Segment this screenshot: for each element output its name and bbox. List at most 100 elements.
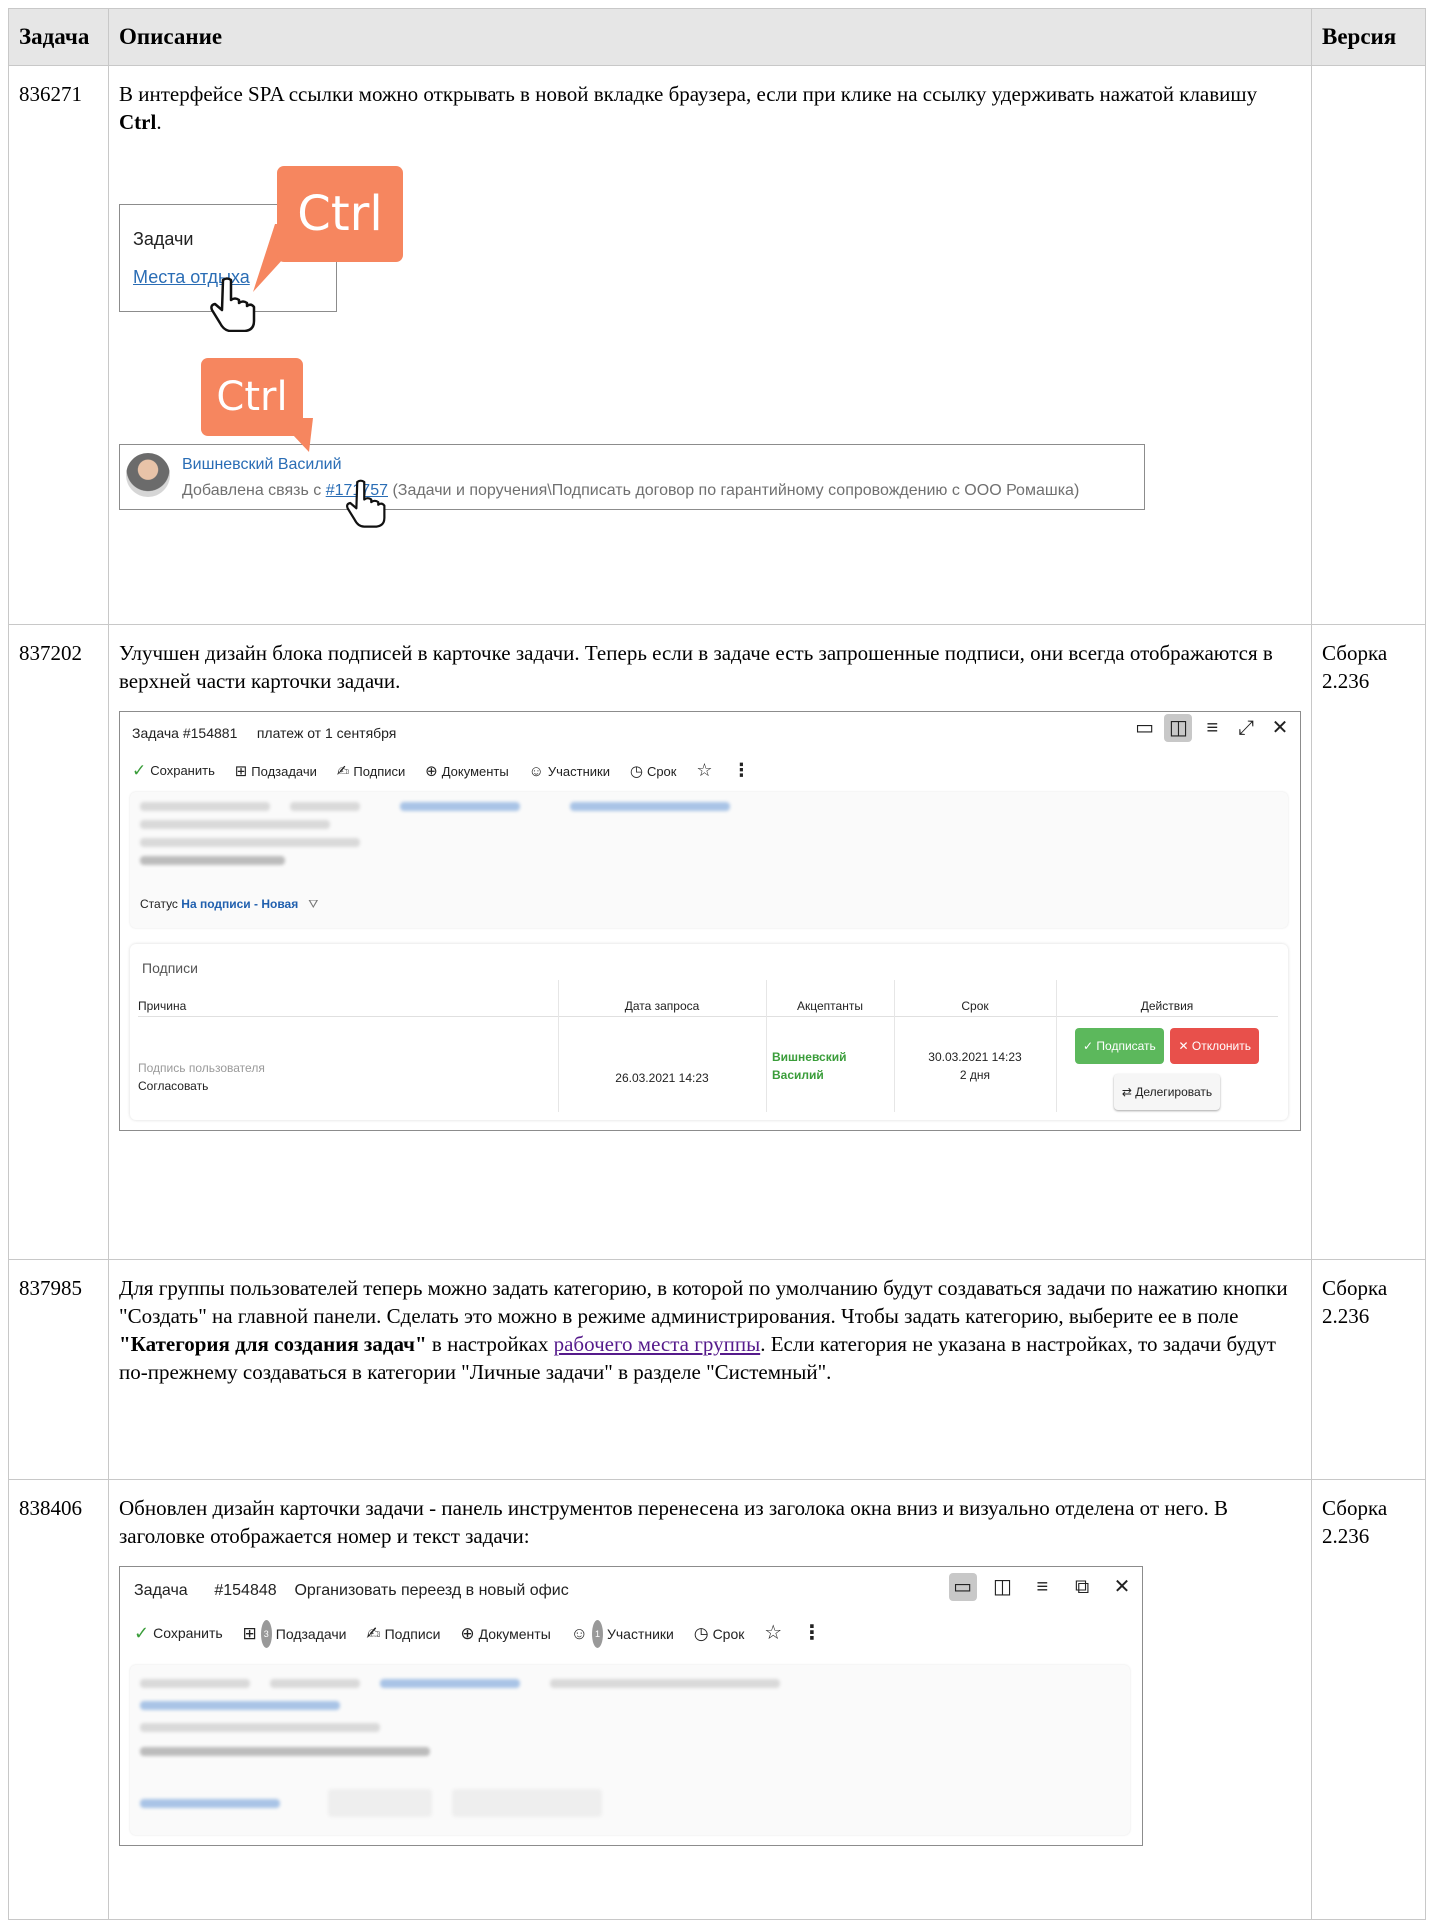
download-circle-icon: ⊕ bbox=[425, 763, 438, 780]
ctrl-figure-2: Вишневский Василий Добавлена связь с #17… bbox=[119, 358, 1149, 528]
description-text: Для группы пользователей теперь можно за… bbox=[119, 1276, 1288, 1384]
filter-icon[interactable]: ⛛ bbox=[308, 897, 318, 911]
check-circle-icon: ✓ bbox=[134, 1623, 150, 1643]
avatar bbox=[126, 453, 170, 497]
deadline-button[interactable]: ◷ Срок bbox=[694, 1620, 745, 1648]
pointer-hand-icon bbox=[346, 479, 386, 528]
signatures-button[interactable]: ✍ Подписи bbox=[366, 1620, 440, 1648]
group-workplace-link[interactable]: рабочего места группы bbox=[554, 1332, 761, 1356]
signatures-button[interactable]: ✍ Подписи bbox=[337, 758, 406, 786]
expand-icon[interactable]: ⤢ bbox=[1232, 714, 1260, 742]
subtasks-button[interactable]: ⊞ Подзадачи bbox=[235, 758, 317, 786]
subtasks-button[interactable]: ⊞ 3 Подзадачи bbox=[242, 1620, 346, 1648]
description-cell: Улучшен дизайн блока подписей в карточке… bbox=[108, 624, 1312, 1260]
tree-icon: ⊞ bbox=[234, 763, 248, 780]
activity-item: Вишневский Василий Добавлена связь с #17… bbox=[119, 444, 1145, 510]
labor-button[interactable] bbox=[452, 1789, 602, 1817]
signatures-grid: Причина Дата запроса Акцептанты Срок Дей… bbox=[138, 980, 1278, 1112]
header-row: Задача Описание Версия bbox=[8, 8, 1426, 66]
header-description: Описание bbox=[108, 8, 1312, 66]
split-panel-icon[interactable]: ◫ bbox=[1164, 714, 1193, 742]
reject-button[interactable]: ✕ Отклонить bbox=[1170, 1028, 1259, 1064]
table-row: 836271 В интерфейсе SPA ссылки можно отк… bbox=[8, 65, 1426, 625]
card-title: Задача #154848 Организовать переезд в но… bbox=[134, 1582, 569, 1599]
version-cell: Сборка 2.236 bbox=[1311, 1259, 1426, 1480]
description-cell: Обновлен дизайн карточки задачи - панель… bbox=[108, 1479, 1312, 1920]
subtasks-badge: 3 bbox=[260, 1620, 272, 1648]
close-icon[interactable]: ✕ bbox=[1266, 714, 1294, 742]
reason-value: Согласовать bbox=[138, 1079, 209, 1093]
pointer-hand-icon bbox=[210, 277, 256, 332]
signatures-block: Подписи Причина Дата запроса Акцептанты … bbox=[130, 944, 1288, 1120]
author-name[interactable]: Вишневский Василий bbox=[182, 451, 342, 479]
signature-icon: ✍ bbox=[366, 1624, 381, 1643]
check-circle-icon: ✓ bbox=[132, 761, 147, 780]
task-card-screenshot: Задача #154848 Организовать переезд в но… bbox=[119, 1566, 1143, 1846]
user-circle-icon: ☺ bbox=[528, 763, 544, 780]
more-menu-icon[interactable]: ⋮ bbox=[802, 1619, 822, 1647]
finish-button[interactable] bbox=[328, 1789, 432, 1817]
tree-icon: ⊞ bbox=[242, 1624, 257, 1643]
list-icon[interactable]: ≡ bbox=[1028, 1573, 1056, 1601]
open-external-icon[interactable]: ⧉ bbox=[1068, 1573, 1096, 1601]
download-circle-icon: ⊕ bbox=[460, 1624, 475, 1643]
table-row: 837985 Для группы пользователей теперь м… bbox=[8, 1259, 1426, 1480]
card-title: Задача #154881 платеж от 1 сентября bbox=[132, 725, 397, 741]
close-icon[interactable]: ✕ bbox=[1108, 1573, 1136, 1601]
tasks-panel-title: Задачи bbox=[133, 229, 194, 249]
favorite-star-icon[interactable]: ☆ bbox=[764, 1619, 782, 1647]
description-cell: Для группы пользователей теперь можно за… bbox=[108, 1259, 1312, 1480]
deadline-button[interactable]: ◷ Срок bbox=[630, 758, 677, 786]
favorite-star-icon[interactable]: ☆ bbox=[696, 756, 712, 784]
acceptant-name[interactable]: Вишневский Василий bbox=[772, 1048, 882, 1084]
user-circle-icon: ☺ bbox=[570, 1624, 588, 1643]
changes-table: Задача Описание Версия 836271 В интерфей… bbox=[8, 8, 1426, 1920]
documents-button[interactable]: ⊕ Документы bbox=[460, 1620, 550, 1648]
due-date: 30.03.2021 14:23 2 дня bbox=[928, 1050, 1022, 1082]
col-actions: Действия bbox=[1140, 999, 1194, 1013]
status-line: Статус На подписи - Новая ⛛ bbox=[140, 897, 319, 911]
sign-button[interactable]: ✓ Подписать bbox=[1075, 1028, 1164, 1064]
version-cell bbox=[1311, 65, 1426, 625]
list-icon[interactable]: ≡ bbox=[1198, 714, 1226, 742]
save-button[interactable]: ✓ Сохранить bbox=[132, 757, 215, 785]
version-cell: Сборка 2.236 bbox=[1311, 624, 1426, 1260]
task-id: 838406 bbox=[8, 1479, 109, 1920]
description-cell: В интерфейсе SPA ссылки можно открывать … bbox=[108, 65, 1312, 625]
ctrl-callout: Ctrl bbox=[277, 166, 403, 262]
split-panel-icon[interactable]: ◫ bbox=[988, 1573, 1016, 1601]
single-panel-icon[interactable]: ▭ bbox=[948, 1573, 977, 1601]
participants-button[interactable]: ☺ 1 Участники bbox=[571, 1620, 674, 1648]
more-menu-icon[interactable]: ⋮ bbox=[732, 756, 750, 784]
delegate-button[interactable]: ⇄ Делегировать bbox=[1113, 1074, 1221, 1110]
header-task: Задача bbox=[8, 8, 109, 66]
task-id: 836271 bbox=[8, 65, 109, 625]
activity-text: Добавлена связь с #171757 (Задачи и пору… bbox=[182, 482, 1080, 499]
col-due: Срок bbox=[961, 999, 989, 1013]
task-details-block: Статус На подписи - Новая ⛛ bbox=[130, 792, 1288, 928]
version-cell: Сборка 2.236 bbox=[1311, 1479, 1426, 1920]
participants-button[interactable]: ☺ Участники bbox=[529, 758, 610, 786]
task-id: 837202 bbox=[8, 624, 109, 1260]
card-toolbar: ✓ Сохранить ⊞ Подзадачи ✍ Подписи ⊕ Документ… bbox=[132, 756, 764, 786]
ctrl-figure-1: Задачи Места отдыха Ctrl bbox=[119, 164, 419, 332]
documents-button[interactable]: ⊕ Документы bbox=[425, 758, 509, 786]
description-text: В интерфейсе SPA ссылки можно открывать … bbox=[119, 82, 1258, 134]
single-panel-icon[interactable]: ▭ bbox=[1131, 714, 1159, 742]
col-request-date: Дата запроса bbox=[624, 999, 700, 1013]
status-value[interactable]: На подписи - Новая bbox=[181, 897, 298, 911]
description-text: Обновлен дизайн карточки задачи - панель… bbox=[119, 1496, 1228, 1548]
col-acceptants: Акцептанты bbox=[797, 999, 863, 1013]
description-text: Улучшен дизайн блока подписей в карточке… bbox=[119, 641, 1273, 693]
task-card-screenshot: Задача #154881 платеж от 1 сентября ▭ ◫ … bbox=[119, 711, 1301, 1131]
action-buttons: ✓ Подписать ✕ Отклонить ⇄ Делегировать bbox=[1056, 1028, 1278, 1110]
save-button[interactable]: ✓ Сохранить bbox=[134, 1619, 223, 1647]
task-details-block bbox=[130, 1665, 1130, 1835]
signature-icon: ✍ bbox=[336, 763, 350, 780]
header-version: Версия bbox=[1311, 8, 1426, 66]
window-controls: ▭ ◫ ≡ ⧉ ✕ bbox=[948, 1573, 1136, 1601]
card-toolbar: ✓ Сохранить ⊞ 3 Подзадачи ✍ Подписи ⊕ Докумен… bbox=[134, 1619, 836, 1648]
signatures-title: Подписи bbox=[142, 960, 198, 976]
request-date: 26.03.2021 14:23 bbox=[615, 1071, 709, 1085]
clock-icon: ◷ bbox=[629, 763, 643, 780]
